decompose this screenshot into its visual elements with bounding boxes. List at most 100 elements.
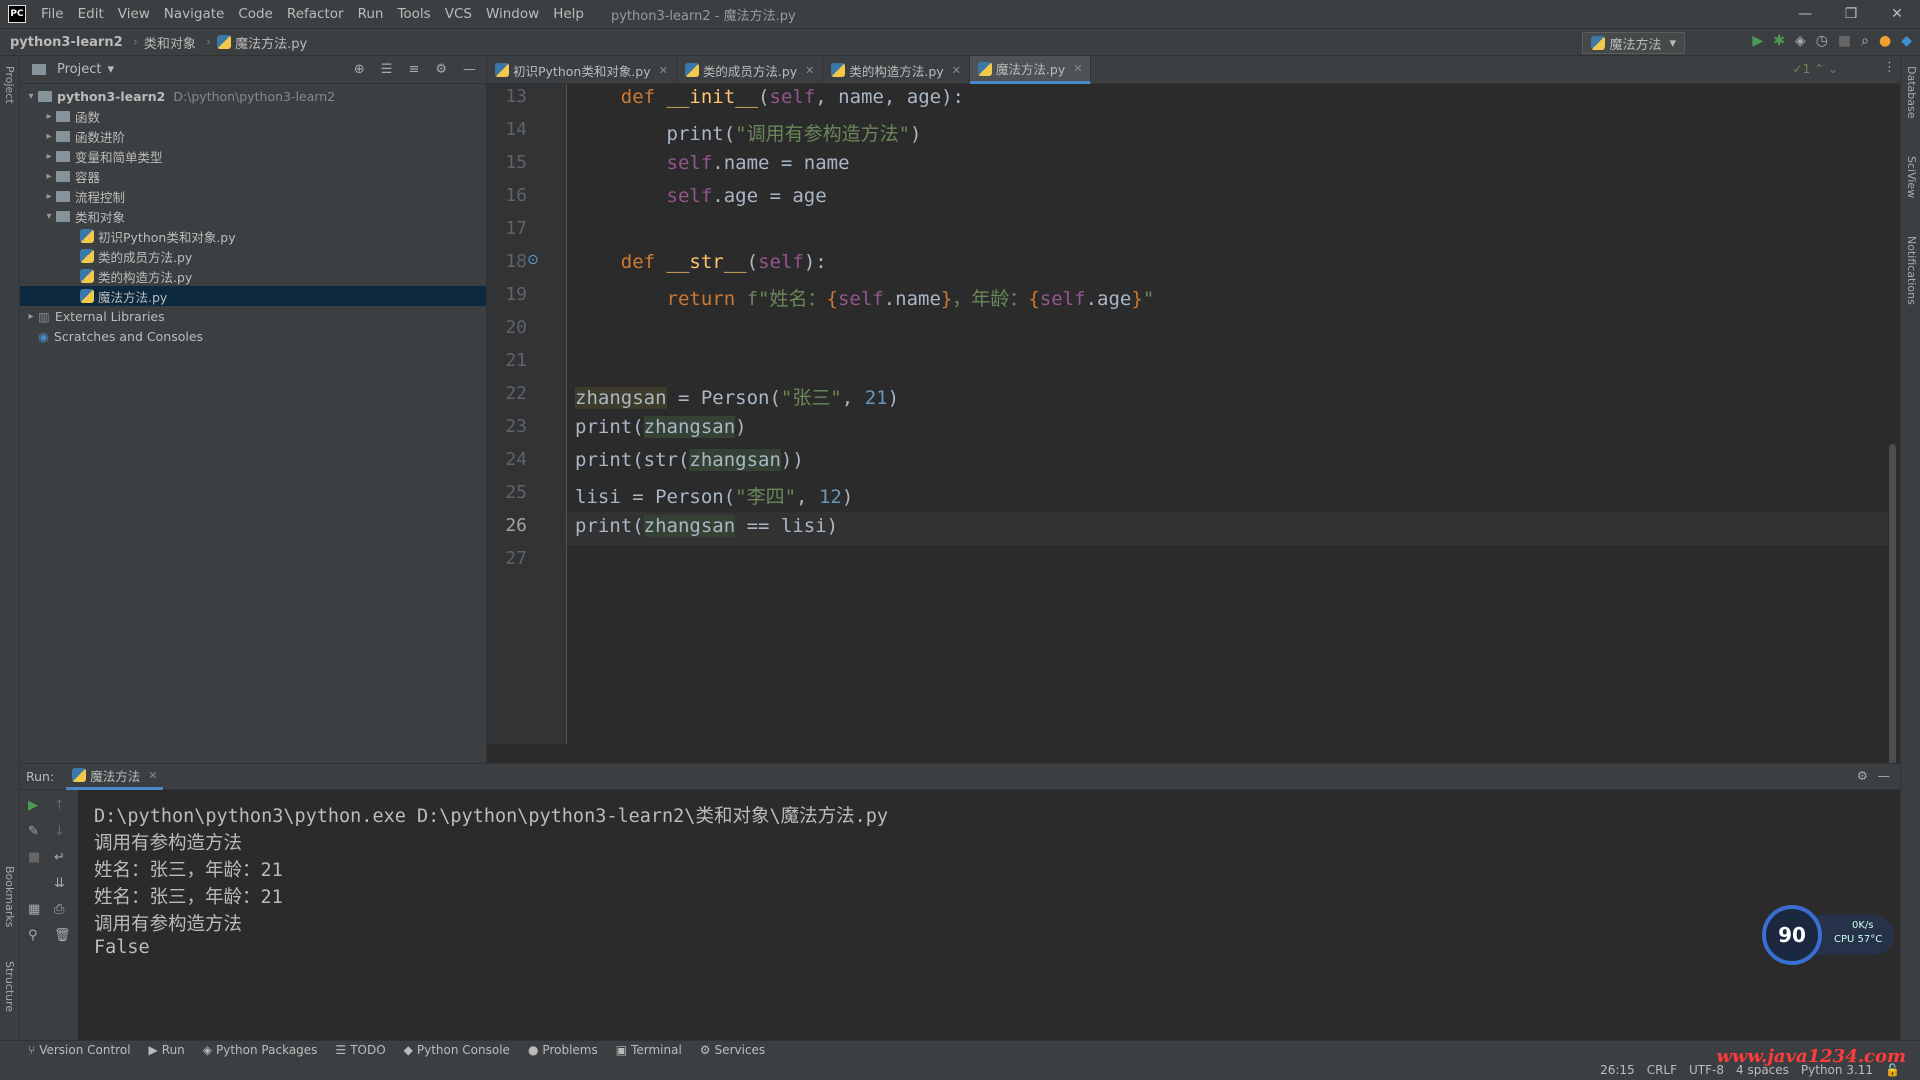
menu-code[interactable]: Code <box>231 6 280 22</box>
tree-file[interactable]: 类的构造方法.py <box>20 266 486 286</box>
expand-all-icon[interactable]: ☰ <box>381 62 393 77</box>
project-title[interactable]: Project <box>57 62 101 77</box>
restore-icon[interactable]: ❐ <box>1828 0 1874 28</box>
layout-icon[interactable]: ▦ <box>28 902 40 917</box>
plugin-icon[interactable]: ◆ <box>1901 33 1912 49</box>
menu-window[interactable]: Window <box>479 6 546 22</box>
menu-refactor[interactable]: Refactor <box>280 6 351 22</box>
tree-folder[interactable]: ▸ 容器 <box>20 166 486 186</box>
trash-icon[interactable]: 🗑 <box>54 928 71 943</box>
tab-version-control[interactable]: ⑂ Version Control <box>28 1043 131 1057</box>
code-editor[interactable]: 13 14 15 16 17 18 19 20 21 22 23 24 25 2… <box>487 84 1900 824</box>
tree-scratches[interactable]: ◉ Scratches and Consoles <box>20 326 486 346</box>
minimize-icon[interactable]: — <box>1782 0 1828 28</box>
editor-scrollbar[interactable] <box>1888 84 1900 824</box>
close-icon[interactable]: ✕ <box>1874 0 1920 28</box>
pin-icon[interactable]: ⚲ <box>28 928 38 943</box>
tree-external-libraries[interactable]: ▸ ▥ External Libraries <box>20 306 486 326</box>
breadcrumb-folder[interactable]: 类和对象 <box>144 33 196 52</box>
gear-icon[interactable]: ⚙ <box>435 62 447 77</box>
chevron-down-icon[interactable]: ▾ <box>42 211 56 222</box>
run-config-dropdown[interactable]: 魔法方法 ▾ <box>1582 32 1685 54</box>
system-monitor-widget[interactable]: 0K/s CPU 57°C 90 <box>1762 905 1902 965</box>
inspection-widget[interactable]: ✓1 ⌃ ⌄ <box>1793 62 1838 76</box>
tab-services[interactable]: ⚙ Services <box>700 1043 765 1057</box>
chevron-down-icon[interactable]: ▾ <box>24 91 38 102</box>
chevron-right-icon[interactable]: ▸ <box>42 151 56 162</box>
tab-python-packages[interactable]: ◈ Python Packages <box>203 1043 318 1057</box>
run-tab[interactable]: 魔法方法 ✕ <box>66 764 164 790</box>
tree-file[interactable]: 类的成员方法.py <box>20 246 486 266</box>
line-number: 16 <box>505 185 527 206</box>
gear-icon[interactable]: ⚙ <box>1857 768 1868 783</box>
soft-wrap-icon[interactable]: ↵ <box>54 850 65 865</box>
hide-icon[interactable]: — <box>463 62 476 77</box>
hide-icon[interactable]: — <box>1878 768 1891 783</box>
collapse-all-icon[interactable]: ≡ <box>408 62 419 77</box>
menu-help[interactable]: Help <box>546 6 591 22</box>
close-tab-icon[interactable]: ✕ <box>1073 62 1082 75</box>
tab-run[interactable]: ▶ Run <box>149 1043 185 1057</box>
tree-folder[interactable]: ▾ 类和对象 <box>20 206 486 226</box>
breadcrumb-file[interactable]: 魔法方法.py <box>235 33 307 52</box>
close-tab-icon[interactable]: ✕ <box>659 64 668 77</box>
update-icon[interactable]: ● <box>1879 33 1891 49</box>
tree-file[interactable]: 初识Python类和对象.py <box>20 226 486 246</box>
tree-file-selected[interactable]: 魔法方法.py <box>20 286 486 306</box>
up-icon[interactable]: ↑ <box>54 798 65 813</box>
rerun-icon[interactable]: ▶ <box>28 798 38 813</box>
close-tab-icon[interactable]: ✕ <box>805 64 814 77</box>
database-tool-label[interactable]: Database <box>1905 66 1918 119</box>
menu-run[interactable]: Run <box>351 6 391 22</box>
search-icon[interactable]: ⌕ <box>1861 33 1869 49</box>
tree-folder[interactable]: ▸ 流程控制 <box>20 186 486 206</box>
chevron-right-icon[interactable]: ▸ <box>24 311 38 322</box>
notifications-tool-label[interactable]: Notifications <box>1905 236 1918 305</box>
tree-folder[interactable]: ▸ 变量和简单类型 <box>20 146 486 166</box>
tree-folder[interactable]: ▸ 函数 <box>20 106 486 126</box>
tab-terminal[interactable]: ▣ Terminal <box>616 1043 682 1057</box>
more-icon[interactable]: ⋮ <box>1883 60 1896 75</box>
tab-file[interactable]: 类的成员方法.py ✕ <box>677 56 824 84</box>
tree-folder[interactable]: ▸ 函数进阶 <box>20 126 486 146</box>
scroll-to-end-icon[interactable]: ⇊ <box>54 876 65 891</box>
run-icon[interactable]: ▶ <box>1752 33 1763 49</box>
line-separator[interactable]: CRLF <box>1647 1063 1677 1077</box>
menu-edit[interactable]: Edit <box>71 6 111 22</box>
breadcrumb-project[interactable]: python3-learn2 <box>10 35 123 50</box>
chevron-right-icon[interactable]: ▸ <box>42 191 56 202</box>
override-icon[interactable]: ⊙ <box>527 252 539 268</box>
tab-file[interactable]: 类的构造方法.py ✕ <box>823 56 970 84</box>
stop-icon[interactable]: ■ <box>1838 33 1851 49</box>
sciview-tool-label[interactable]: SciView <box>1905 156 1918 198</box>
wrench-icon[interactable]: ✎ <box>28 824 39 839</box>
tab-file-active[interactable]: 魔法方法.py ✕ <box>969 56 1092 84</box>
chevron-right-icon[interactable]: ▸ <box>42 111 56 122</box>
chevron-right-icon[interactable]: ▸ <box>42 171 56 182</box>
tab-problems[interactable]: ● Problems <box>528 1043 598 1057</box>
tab-python-console[interactable]: ◆ Python Console <box>404 1043 510 1057</box>
locate-icon[interactable]: ⊕ <box>354 62 365 77</box>
tab-todo[interactable]: ☰ TODO <box>335 1043 385 1057</box>
profile-icon[interactable]: ◷ <box>1816 33 1828 49</box>
menu-vcs[interactable]: VCS <box>438 6 479 22</box>
caret-position[interactable]: 26:15 <box>1600 1063 1635 1077</box>
chevron-down-icon[interactable]: ▾ <box>107 62 114 77</box>
menu-tools[interactable]: Tools <box>390 6 437 22</box>
close-tab-icon[interactable]: ✕ <box>148 769 157 782</box>
project-tool-label[interactable]: Project <box>3 66 16 104</box>
tab-file[interactable]: 初识Python类和对象.py ✕ <box>487 56 677 84</box>
coverage-icon[interactable]: ◈ <box>1795 33 1806 49</box>
menu-view[interactable]: View <box>111 6 157 22</box>
stop-icon[interactable]: ■ <box>28 850 40 865</box>
debug-icon[interactable]: ✱ <box>1773 33 1785 49</box>
down-icon[interactable]: ↓ <box>54 824 65 839</box>
structure-tool-label[interactable]: Structure <box>3 961 16 1012</box>
tree-root[interactable]: ▾ python3-learn2 D:\python\python3-learn… <box>20 86 486 106</box>
chevron-right-icon[interactable]: ▸ <box>42 131 56 142</box>
menu-navigate[interactable]: Navigate <box>157 6 232 22</box>
bookmarks-tool-label[interactable]: Bookmarks <box>3 866 16 927</box>
print-icon[interactable]: ⎙ <box>54 902 64 917</box>
close-tab-icon[interactable]: ✕ <box>952 64 961 77</box>
menu-file[interactable]: File <box>34 6 71 22</box>
